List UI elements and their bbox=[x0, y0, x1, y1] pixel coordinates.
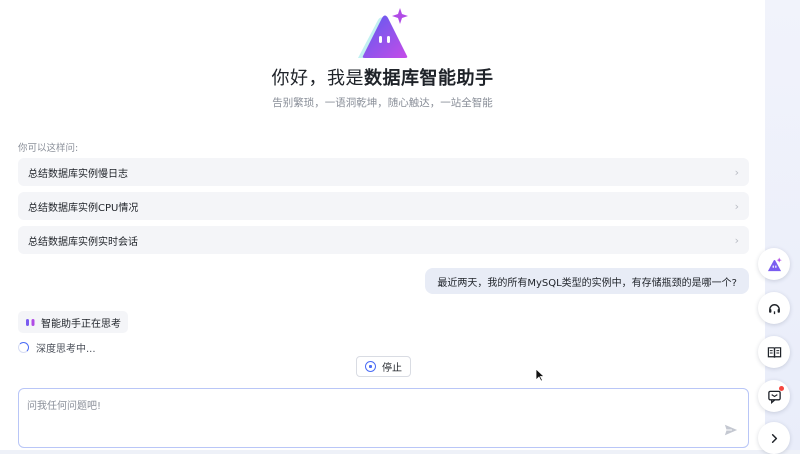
docs-fab[interactable] bbox=[758, 336, 790, 368]
send-icon[interactable] bbox=[724, 423, 738, 437]
message-notification-icon bbox=[767, 390, 781, 404]
deep-thinking-indicator: 深度思考中... bbox=[18, 340, 96, 355]
support-fab[interactable] bbox=[758, 292, 790, 324]
greeting-text: 你好，我是 bbox=[271, 68, 364, 89]
chevron-right-icon: › bbox=[734, 165, 739, 179]
suggestion-label: 总结数据库实例实时会话 bbox=[28, 236, 138, 248]
suggestion-slow-log[interactable]: 总结数据库实例慢日志 › bbox=[18, 158, 749, 186]
stop-icon bbox=[365, 361, 376, 372]
chat-panel: 你好，我是数据库智能助手 告别繁琐，一语洞乾坤，随心触达，一站全智能 你可以这样… bbox=[0, 0, 766, 450]
suggestion-sessions[interactable]: 总结数据库实例实时会话 › bbox=[18, 226, 749, 254]
suggestion-label: 总结数据库实例慢日志 bbox=[28, 168, 128, 180]
page-subtitle: 告别繁琐，一语洞乾坤，随心触达，一站全智能 bbox=[272, 97, 493, 109]
book-icon bbox=[767, 346, 781, 358]
chevron-right-icon: › bbox=[734, 199, 739, 213]
notification-dot bbox=[779, 386, 784, 391]
loading-spinner-icon bbox=[18, 342, 29, 353]
assistant-logo-icon bbox=[767, 256, 782, 271]
headset-support-icon bbox=[768, 303, 780, 314]
messages-fab[interactable] bbox=[758, 380, 790, 412]
page-title: 你好，我是数据库智能助手 bbox=[0, 64, 765, 90]
suggestions-hint: 你可以这样问: bbox=[18, 143, 79, 154]
collapse-fab[interactable] bbox=[758, 422, 790, 454]
suggestion-cpu[interactable]: 总结数据库实例CPU情况 › bbox=[18, 192, 749, 220]
suggestion-label: 总结数据库实例CPU情况 bbox=[28, 202, 139, 214]
chevron-right-icon bbox=[771, 433, 777, 443]
user-message-bubble: 最近两天，我的所有MySQL类型的实例中，有存储瓶颈的是哪一个? bbox=[425, 268, 749, 294]
assistant-status-badge: 智能助手正在思考 bbox=[18, 311, 128, 333]
assistant-fab[interactable] bbox=[758, 248, 790, 280]
assistant-name: 数据库智能助手 bbox=[364, 68, 494, 89]
mouse-cursor-icon bbox=[535, 368, 545, 382]
stop-label: 停止 bbox=[382, 363, 402, 374]
chevron-right-icon: › bbox=[734, 233, 739, 247]
assistant-mini-icon bbox=[26, 318, 35, 326]
deep-thinking-text: 深度思考中... bbox=[36, 344, 96, 355]
assistant-logo-icon bbox=[358, 8, 408, 58]
chat-input[interactable] bbox=[27, 397, 707, 437]
chat-input-box bbox=[18, 388, 749, 448]
stop-button[interactable]: 停止 bbox=[356, 356, 411, 377]
assistant-status-text: 智能助手正在思考 bbox=[41, 318, 121, 330]
